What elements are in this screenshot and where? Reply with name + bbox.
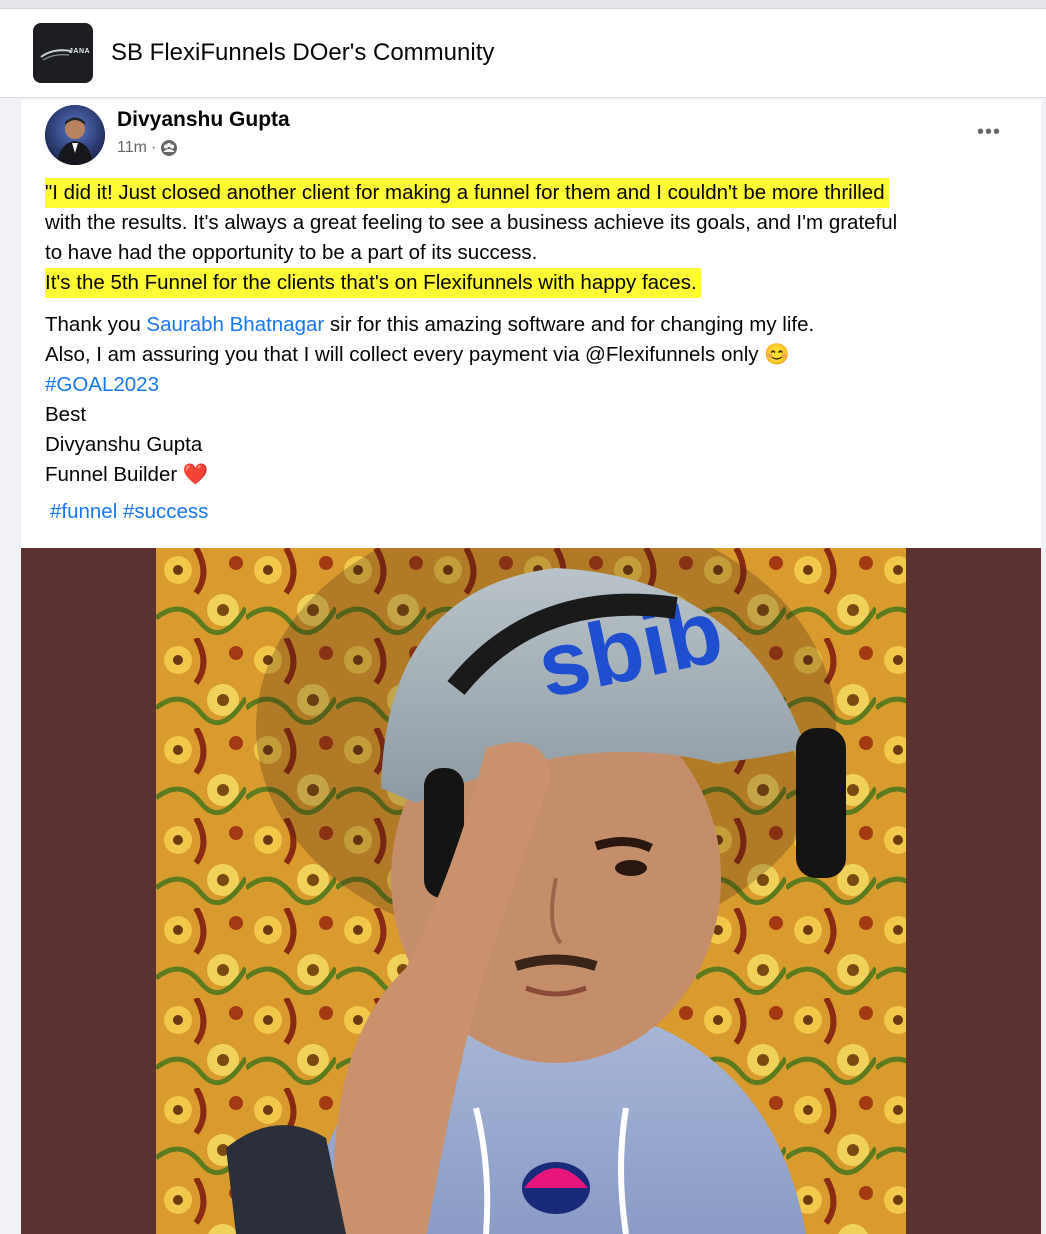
signoff-title: Funnel Builder ❤️ <box>45 460 1030 490</box>
more-options-icon: ••• <box>976 120 1001 143</box>
signoff-title-text: Funnel Builder <box>45 463 178 486</box>
payment-text: Also, I am assuring you that I will coll… <box>45 343 759 366</box>
logo-swoosh-icon <box>40 49 72 61</box>
group-logo-text: JANA <box>69 48 91 55</box>
post-card: Divyanshu Gupta 11m · ••• "I did it! Jus… <box>21 100 1041 1234</box>
thanks-text-end: sir for this amazing software and for ch… <box>324 313 815 336</box>
browser-top-strip <box>0 0 1046 9</box>
post-line-3: to have had the opportunity to be a part… <box>45 241 538 264</box>
author-name[interactable]: Divyanshu Gupta <box>117 108 290 132</box>
post-line-6: Also, I am assuring you that I will coll… <box>45 340 1030 370</box>
avatar[interactable] <box>45 105 105 165</box>
post-line-5: Thank you Saurabh Bhatnagar sir for this… <box>45 310 1030 340</box>
post-time[interactable]: 11m <box>117 139 147 157</box>
smile-emoji-icon: 😊 <box>764 343 790 366</box>
post-photo[interactable]: sbib <box>156 548 906 1234</box>
hashtag-goal-link[interactable]: #GOAL2023 <box>45 370 1030 400</box>
more-options-button[interactable]: ••• <box>969 117 1009 147</box>
avatar-image <box>45 105 105 165</box>
post-photo-container[interactable]: sbib <box>21 548 1041 1234</box>
group-audience-icon <box>161 140 178 156</box>
heart-emoji-icon: ❤️ <box>182 463 209 486</box>
post-line-1: "I did it! Just closed another client fo… <box>45 178 1030 208</box>
group-logo[interactable]: JANA <box>33 23 93 83</box>
signoff-name: Divyanshu Gupta <box>45 433 203 456</box>
meta-separator: · <box>150 139 157 156</box>
highlighted-text: It's the 5th Funnel for the clients that… <box>45 268 701 298</box>
hashtag-row: #funnel #success <box>50 500 208 524</box>
selfie-photo-image: sbib <box>156 548 906 1234</box>
hashtag-funnel-link[interactable]: #funnel <box>50 500 117 523</box>
mention-link[interactable]: Saurabh Bhatnagar <box>146 313 324 336</box>
post-text: "I did it! Just closed another client fo… <box>45 178 1030 490</box>
hashtag-success-link[interactable]: #success <box>123 500 208 523</box>
signoff-best: Best <box>45 403 87 426</box>
thanks-text: Thank you <box>45 313 147 336</box>
post-line-4: It's the 5th Funnel for the clients that… <box>45 268 1030 298</box>
post-meta: 11m · <box>117 139 178 157</box>
highlighted-text: "I did it! Just closed another client fo… <box>45 178 889 208</box>
group-header: JANA SB FlexiFunnels DOer's Community <box>0 9 1046 98</box>
group-name[interactable]: SB FlexiFunnels DOer's Community <box>111 39 494 67</box>
post-line-2: with the results. It's always a great fe… <box>45 211 898 234</box>
